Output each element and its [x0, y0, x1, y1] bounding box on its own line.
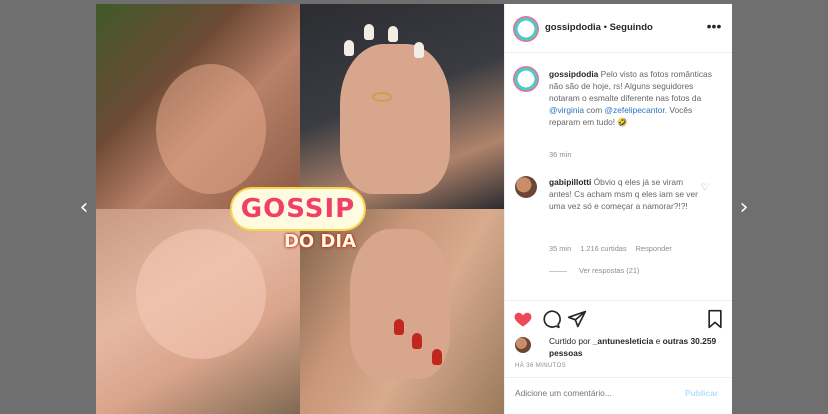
- share-icon[interactable]: [567, 309, 587, 329]
- post-sidebar: gossipdodia • Seguindo ••• gossipdodia P…: [504, 4, 732, 414]
- caption-text: gossipdodia Pelo visto as fotos romântic…: [549, 68, 725, 128]
- separator-dot: •: [600, 22, 610, 33]
- post-image[interactable]: GOSSIP DO DIA: [96, 4, 504, 414]
- caption-time: 36 min: [549, 150, 572, 159]
- caption-body: com: [584, 105, 605, 115]
- avatar[interactable]: [513, 16, 539, 42]
- comment-like-icon[interactable]: ♡: [701, 182, 709, 193]
- avatar[interactable]: [515, 337, 531, 353]
- publish-button[interactable]: Publicar: [685, 388, 718, 398]
- post-header: gossipdodia • Seguindo •••: [505, 4, 732, 53]
- logo-wordmark: GOSSIP: [240, 194, 356, 224]
- post-modal: GOSSIP DO DIA gossipdodia • Seguindo •••…: [96, 4, 732, 414]
- liked-by-and: e: [653, 336, 663, 346]
- liked-by-user[interactable]: _antunesleticia: [593, 336, 654, 346]
- comment-likes[interactable]: 1.216 curtidas: [580, 244, 626, 253]
- like-heart-icon[interactable]: [513, 309, 533, 329]
- add-comment-bar: Publicar: [505, 377, 732, 414]
- caption-username[interactable]: gossipdodia: [549, 69, 598, 79]
- comment-meta: 35 min 1.216 curtidas Responder: [549, 244, 681, 253]
- liked-by-prefix: Curtido por: [549, 336, 593, 346]
- photo-hand-ring: [300, 4, 504, 209]
- photo-couple-selfie: [96, 4, 300, 209]
- liked-by-text: Curtido por _antunesleticia e outras 30.…: [515, 335, 725, 359]
- comment-icon[interactable]: [541, 309, 561, 329]
- comment-username[interactable]: gabipillotti: [549, 177, 591, 187]
- author-username[interactable]: gossipdodia: [545, 22, 601, 33]
- more-options-icon[interactable]: •••: [705, 19, 723, 35]
- view-replies-button[interactable]: Ver respostas (21): [549, 266, 639, 275]
- post-timestamp: HÁ 36 MINUTOS: [515, 363, 567, 369]
- chevron-right-icon[interactable]: ›: [734, 196, 754, 220]
- avatar[interactable]: [513, 66, 539, 92]
- reply-button[interactable]: Responder: [636, 244, 672, 253]
- bookmark-icon[interactable]: [705, 309, 725, 329]
- comment-time: 35 min: [549, 244, 572, 253]
- logo-subtitle: DO DIA: [283, 231, 357, 252]
- comment-input[interactable]: [515, 388, 675, 398]
- mention-link[interactable]: @zefelipecantor: [605, 105, 665, 115]
- mention-link[interactable]: @virginia: [549, 105, 584, 115]
- chevron-left-icon[interactable]: ‹: [74, 196, 94, 220]
- gossip-do-dia-logo: GOSSIP DO DIA: [230, 187, 370, 267]
- following-button[interactable]: Seguindo: [610, 22, 653, 33]
- action-bar: Curtido por _antunesleticia e outras 30.…: [505, 300, 732, 414]
- avatar[interactable]: [515, 176, 537, 198]
- comment-text: gabipillotti Óbvio q eles já se viram an…: [549, 176, 699, 212]
- view-replies-label: Ver respostas (21): [579, 266, 640, 275]
